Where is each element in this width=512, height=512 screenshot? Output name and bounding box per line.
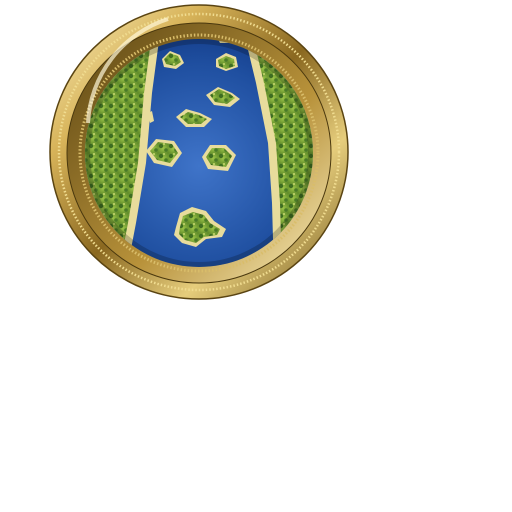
game-canvas <box>0 0 512 512</box>
minimap-svg <box>49 4 349 300</box>
minimap[interactable] <box>48 3 350 301</box>
